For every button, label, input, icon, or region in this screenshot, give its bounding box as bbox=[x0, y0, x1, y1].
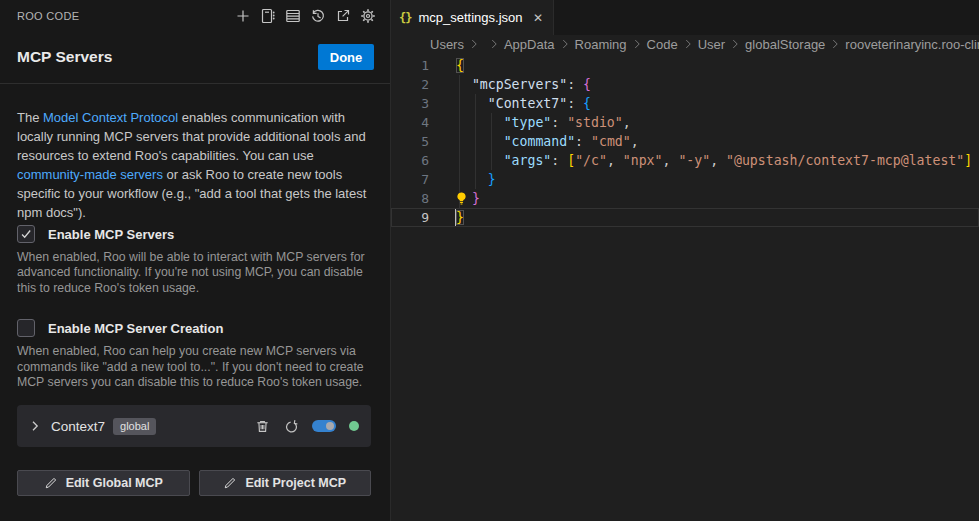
page-title: MCP Servers bbox=[17, 48, 112, 66]
code-text: "Context7": { bbox=[456, 96, 591, 111]
code-line[interactable]: 4 "type": "stdio", bbox=[391, 113, 979, 132]
edit-project-mcp-label: Edit Project MCP bbox=[245, 476, 346, 490]
code-line[interactable]: 6 "args": ["/c", "npx", "-y", "@upstash/… bbox=[391, 151, 979, 170]
code-text: "command": "cmd", bbox=[456, 134, 639, 149]
code-line[interactable]: 2 "mcpServers": { bbox=[391, 75, 979, 94]
code-text: "args": ["/c", "npx", "-y", "@upstash/co… bbox=[456, 153, 972, 168]
prompts-icon[interactable] bbox=[260, 8, 276, 24]
chevron-right-icon[interactable] bbox=[27, 418, 43, 434]
json-file-icon: {} bbox=[399, 11, 411, 25]
extension-title: ROO CODE bbox=[17, 10, 79, 22]
breadcrumb-item[interactable]: User bbox=[698, 37, 725, 52]
pencil-icon bbox=[44, 477, 57, 490]
delete-server-icon[interactable] bbox=[254, 418, 270, 434]
restart-server-icon[interactable] bbox=[283, 418, 299, 434]
line-number: 1 bbox=[391, 56, 429, 75]
breadcrumb-separator-icon bbox=[728, 37, 742, 51]
vscode-window: ROO CODE bbox=[0, 0, 979, 521]
history-icon[interactable] bbox=[310, 8, 326, 24]
edit-global-mcp-label: Edit Global MCP bbox=[66, 476, 163, 490]
panel-header: MCP Servers Done bbox=[17, 42, 374, 72]
toggle-knob bbox=[326, 422, 334, 430]
editor-tab-bar: {} mcp_settings.json ✕ bbox=[391, 0, 979, 35]
code-area[interactable]: 1{2 "mcpServers": {3 "Context7": {4 "typ… bbox=[391, 53, 979, 227]
plus-icon[interactable] bbox=[235, 8, 251, 24]
text-cursor bbox=[455, 209, 456, 226]
enable-mcp-creation-row: Enable MCP Server Creation bbox=[17, 319, 374, 337]
enable-mcp-servers-description: When enabled, Roo will be able to intera… bbox=[17, 250, 374, 296]
line-number: 8 bbox=[391, 189, 429, 208]
server-enabled-toggle[interactable] bbox=[312, 420, 336, 432]
line-number: 7 bbox=[391, 170, 429, 189]
breadcrumb-separator-icon bbox=[487, 37, 501, 51]
code-text: "type": "stdio", bbox=[456, 115, 631, 130]
line-number: 9 bbox=[391, 208, 429, 227]
breadcrumb-item[interactable]: rooveterinaryinc.roo-cline bbox=[845, 37, 979, 52]
code-text: { bbox=[456, 58, 464, 73]
server-name: Context7 bbox=[51, 419, 105, 434]
code-text: "mcpServers": { bbox=[456, 77, 591, 92]
enable-mcp-creation-description: When enabled, Roo can help you create ne… bbox=[17, 344, 374, 390]
header-divider bbox=[0, 83, 390, 84]
breadcrumb-item[interactable]: Code bbox=[647, 37, 678, 52]
line-number: 2 bbox=[391, 75, 429, 94]
edit-project-mcp-button[interactable]: Edit Project MCP bbox=[199, 470, 372, 496]
tab-filename: mcp_settings.json bbox=[418, 10, 522, 25]
open-external-icon[interactable] bbox=[335, 8, 351, 24]
enable-mcp-servers-checkbox[interactable] bbox=[17, 225, 35, 243]
enable-mcp-servers-label: Enable MCP Servers bbox=[48, 227, 174, 242]
mcp-servers-icon[interactable] bbox=[285, 8, 301, 24]
tab-mcp-settings[interactable]: {} mcp_settings.json ✕ bbox=[391, 0, 554, 35]
lightbulb-icon[interactable] bbox=[454, 191, 469, 206]
checkmark-icon bbox=[19, 227, 33, 241]
code-text: } bbox=[456, 172, 496, 187]
enable-mcp-servers-row: Enable MCP Servers bbox=[17, 225, 374, 243]
sidebar-header: ROO CODE bbox=[0, 0, 390, 32]
breadcrumb-separator-icon bbox=[467, 37, 481, 51]
code-line[interactable]: 3 "Context7": { bbox=[391, 94, 979, 113]
mcp-intro-text: The Model Context Protocol enables commu… bbox=[17, 108, 374, 222]
line-number: 3 bbox=[391, 94, 429, 113]
settings-gear-icon[interactable] bbox=[360, 8, 376, 24]
breadcrumb-item[interactable]: Roaming bbox=[575, 37, 627, 52]
breadcrumb-separator-icon bbox=[828, 37, 842, 51]
edit-global-mcp-button[interactable]: Edit Global MCP bbox=[17, 470, 190, 496]
line-number: 5 bbox=[391, 132, 429, 151]
breadcrumb-separator-icon bbox=[681, 37, 695, 51]
breadcrumb-item[interactable]: Users bbox=[430, 37, 464, 52]
breadcrumb-item[interactable]: AppData bbox=[504, 37, 555, 52]
code-line[interactable]: 1{ bbox=[391, 56, 979, 75]
sidebar-toolbar bbox=[235, 8, 376, 24]
roo-code-sidebar: ROO CODE bbox=[0, 0, 391, 521]
code-line[interactable]: 5 "command": "cmd", bbox=[391, 132, 979, 151]
breadcrumbs: Users AppData Roaming Code User globalStorage… bbox=[391, 35, 979, 53]
enable-mcp-creation-label: Enable MCP Server Creation bbox=[48, 321, 223, 336]
breadcrumb-item[interactable]: globalStorage bbox=[745, 37, 825, 52]
link[interactable]: community-made servers bbox=[17, 167, 163, 182]
line-number: 6 bbox=[391, 151, 429, 170]
line-number: 4 bbox=[391, 113, 429, 132]
done-button[interactable]: Done bbox=[318, 44, 374, 70]
enable-mcp-creation-checkbox[interactable] bbox=[17, 319, 35, 337]
edit-mcp-buttons: Edit Global MCP Edit Project MCP bbox=[17, 470, 371, 496]
code-text: } bbox=[456, 210, 464, 225]
tab-close-icon[interactable]: ✕ bbox=[533, 11, 543, 25]
breadcrumb-separator-icon bbox=[558, 37, 572, 51]
server-status-dot bbox=[349, 421, 359, 431]
code-line[interactable]: 8 } bbox=[391, 189, 979, 208]
server-scope-badge: global bbox=[113, 418, 156, 435]
link[interactable]: Model Context Protocol bbox=[43, 110, 178, 125]
breadcrumb-separator-icon bbox=[630, 37, 644, 51]
pencil-icon bbox=[223, 477, 236, 490]
editor-area: {} mcp_settings.json ✕ Users AppData Roami… bbox=[391, 0, 979, 521]
code-line[interactable]: 9} bbox=[391, 208, 979, 227]
code-line[interactable]: 7 } bbox=[391, 170, 979, 189]
mcp-server-row-context7[interactable]: Context7 global bbox=[17, 405, 371, 447]
